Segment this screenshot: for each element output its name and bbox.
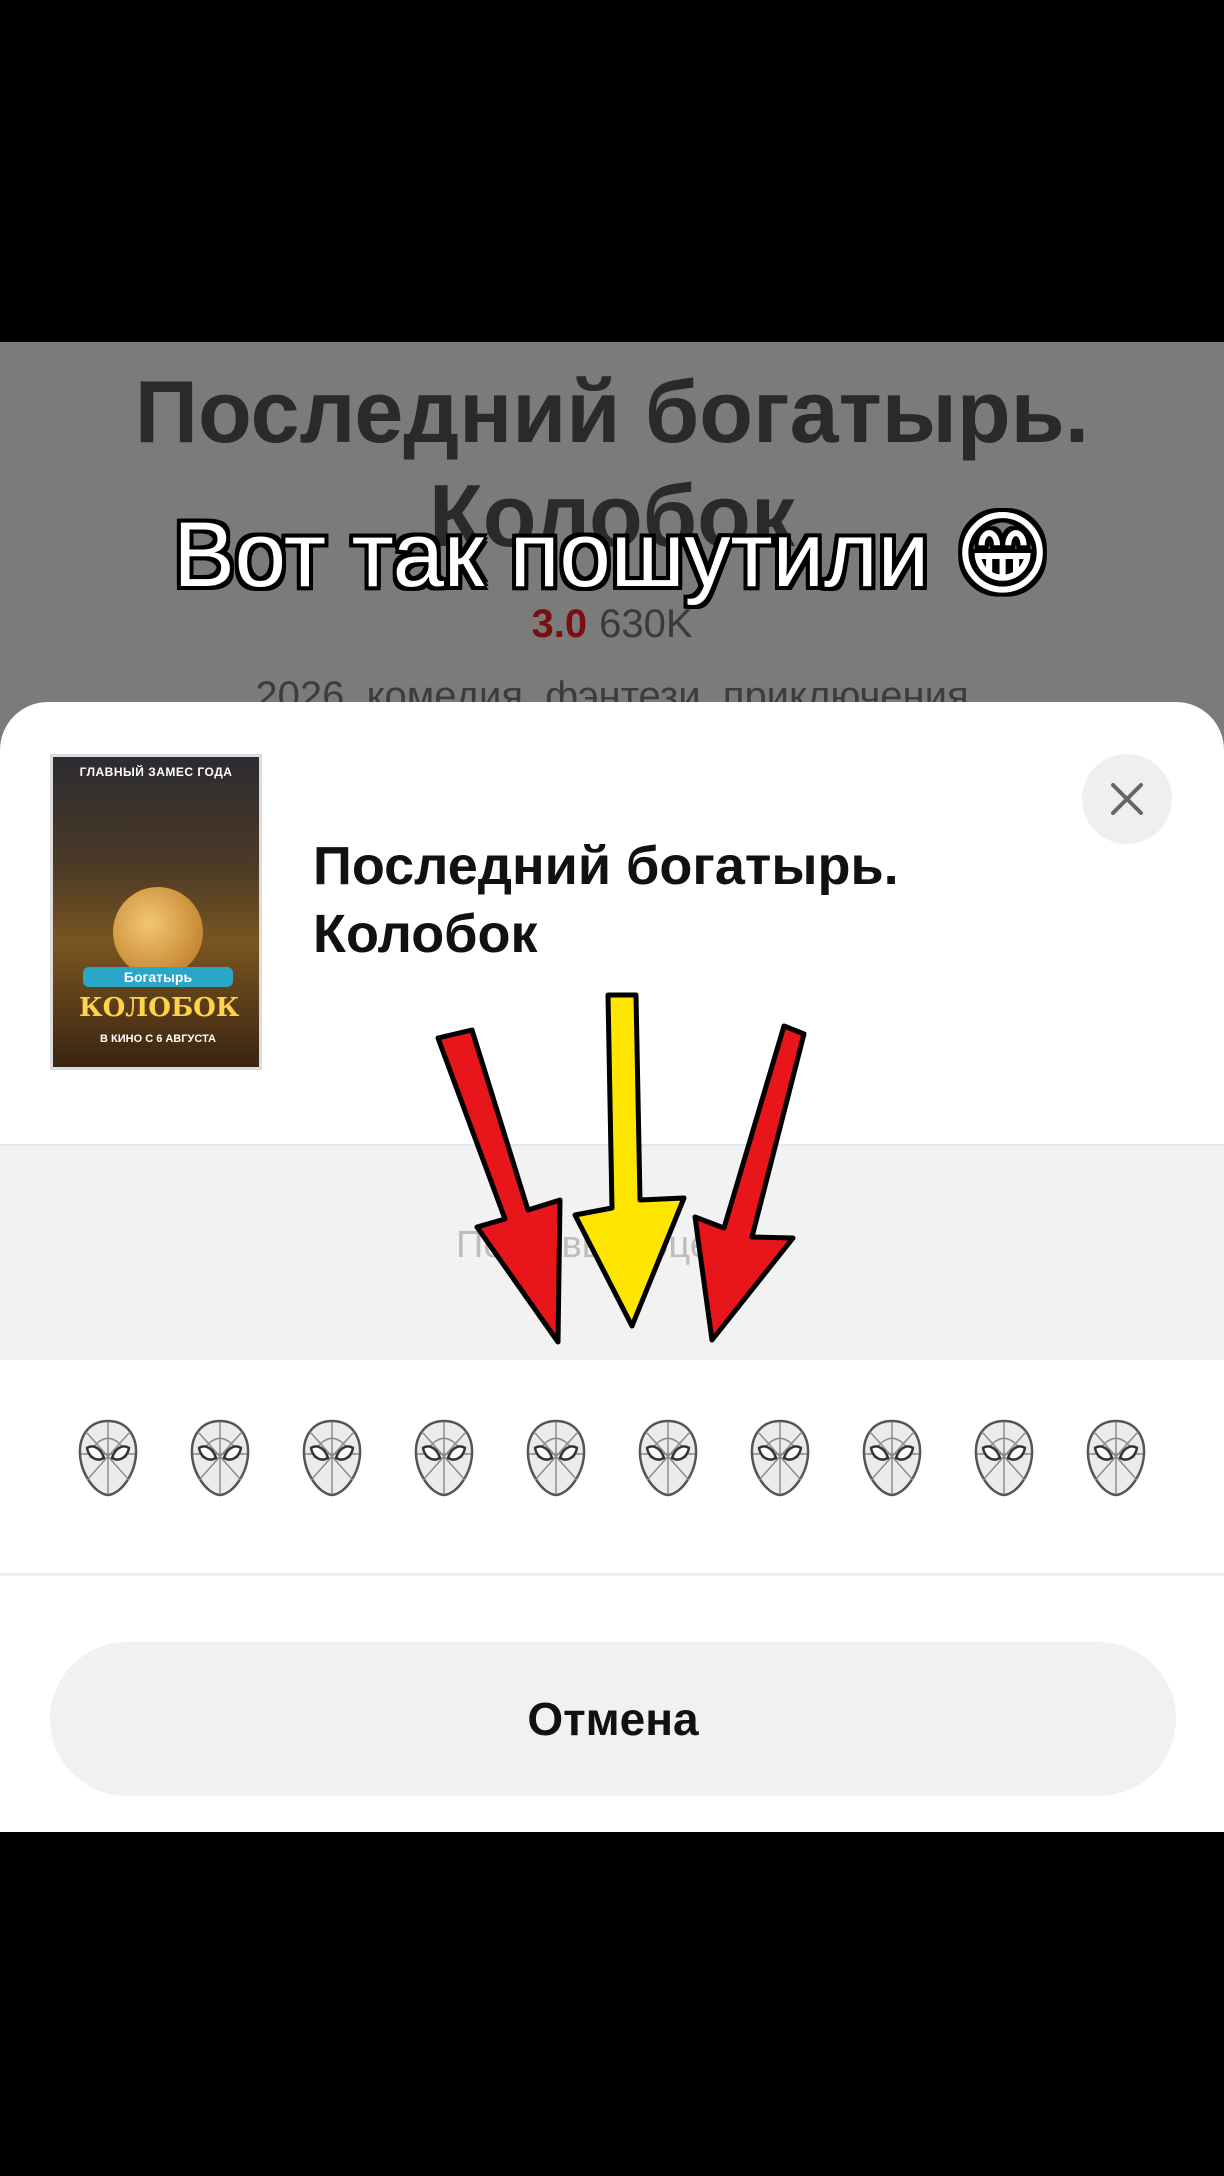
poster-logo-line2: КОЛОБОК bbox=[79, 993, 240, 1023]
letterbox-bottom bbox=[0, 1832, 1224, 2176]
divider bbox=[0, 1573, 1224, 1576]
spider-mask-icon[interactable] bbox=[299, 1418, 365, 1498]
cancel-button[interactable]: Отмена bbox=[50, 1642, 1176, 1796]
close-icon bbox=[1111, 783, 1143, 815]
rating-prompt-band: Поставьте оценку bbox=[0, 1144, 1224, 1360]
video-caption: Вот так пошутили 😁 bbox=[173, 504, 1051, 606]
spider-mask-icon[interactable] bbox=[75, 1418, 141, 1498]
spider-mask-icon[interactable] bbox=[1083, 1418, 1149, 1498]
spider-mask-icon[interactable] bbox=[971, 1418, 1037, 1498]
rating-prompt: Поставьте оценку bbox=[456, 1224, 768, 1266]
spider-mask-icon[interactable] bbox=[859, 1418, 925, 1498]
sheet-movie-title: Последний богатырь. Колобок bbox=[313, 836, 899, 964]
rating-bottom-sheet: ГЛАВНЫЙ ЗАМЕС ГОДА Богатырь КОЛОБОК В КИ… bbox=[0, 702, 1224, 1832]
spider-mask-icon[interactable] bbox=[411, 1418, 477, 1498]
spider-mask-icon[interactable] bbox=[747, 1418, 813, 1498]
rating-row bbox=[0, 1418, 1224, 1518]
poster-top-text: ГЛАВНЫЙ ЗАМЕС ГОДА bbox=[79, 765, 233, 779]
poster-logo-line1: Богатырь bbox=[83, 967, 233, 987]
spider-mask-icon[interactable] bbox=[523, 1418, 589, 1498]
spider-mask-icon[interactable] bbox=[187, 1418, 253, 1498]
close-button[interactable] bbox=[1082, 754, 1172, 844]
poster-kolobok-face bbox=[113, 887, 203, 977]
spider-mask-icon[interactable] bbox=[635, 1418, 701, 1498]
letterbox-top bbox=[0, 0, 1224, 342]
poster-release-date: В КИНО С 6 АВГУСТА bbox=[100, 1033, 216, 1045]
movie-poster: ГЛАВНЫЙ ЗАМЕС ГОДА Богатырь КОЛОБОК В КИ… bbox=[50, 754, 262, 1070]
